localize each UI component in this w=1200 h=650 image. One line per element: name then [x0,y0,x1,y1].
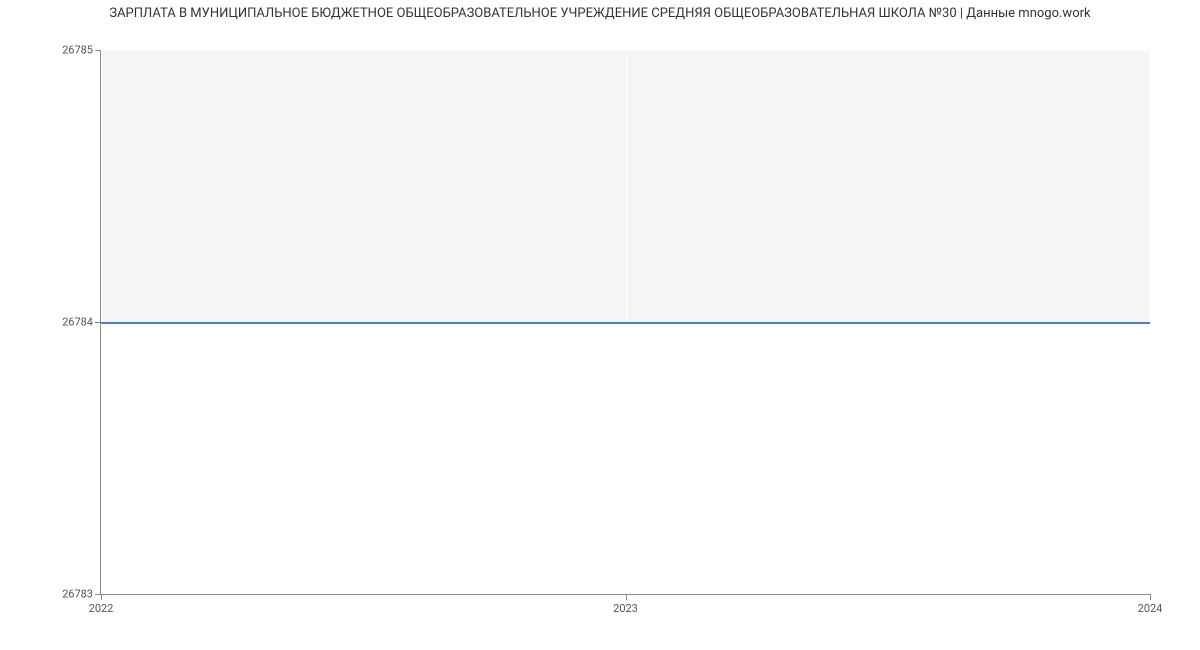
y-tick-label: 26785 [62,44,93,57]
y-tick-label: 26784 [62,316,93,329]
plot-container: 26785 26784 26783 2022 2023 2024 [100,50,1150,595]
x-tick [101,594,102,600]
x-tick [626,594,627,600]
x-tick-label: 2022 [89,602,114,615]
chart-title: ЗАРПЛАТА В МУНИЦИПАЛЬНОЕ БЮДЖЕТНОЕ ОБЩЕО… [0,0,1200,21]
data-line [101,322,1150,324]
y-tick [95,50,101,51]
x-tick-label: 2023 [613,602,638,615]
y-tick-label: 26783 [62,588,93,601]
gridline-horizontal [101,50,1150,51]
x-tick [1150,594,1151,600]
x-tick-label: 2024 [1138,602,1163,615]
plot-area: 26785 26784 26783 2022 2023 2024 [100,50,1150,595]
